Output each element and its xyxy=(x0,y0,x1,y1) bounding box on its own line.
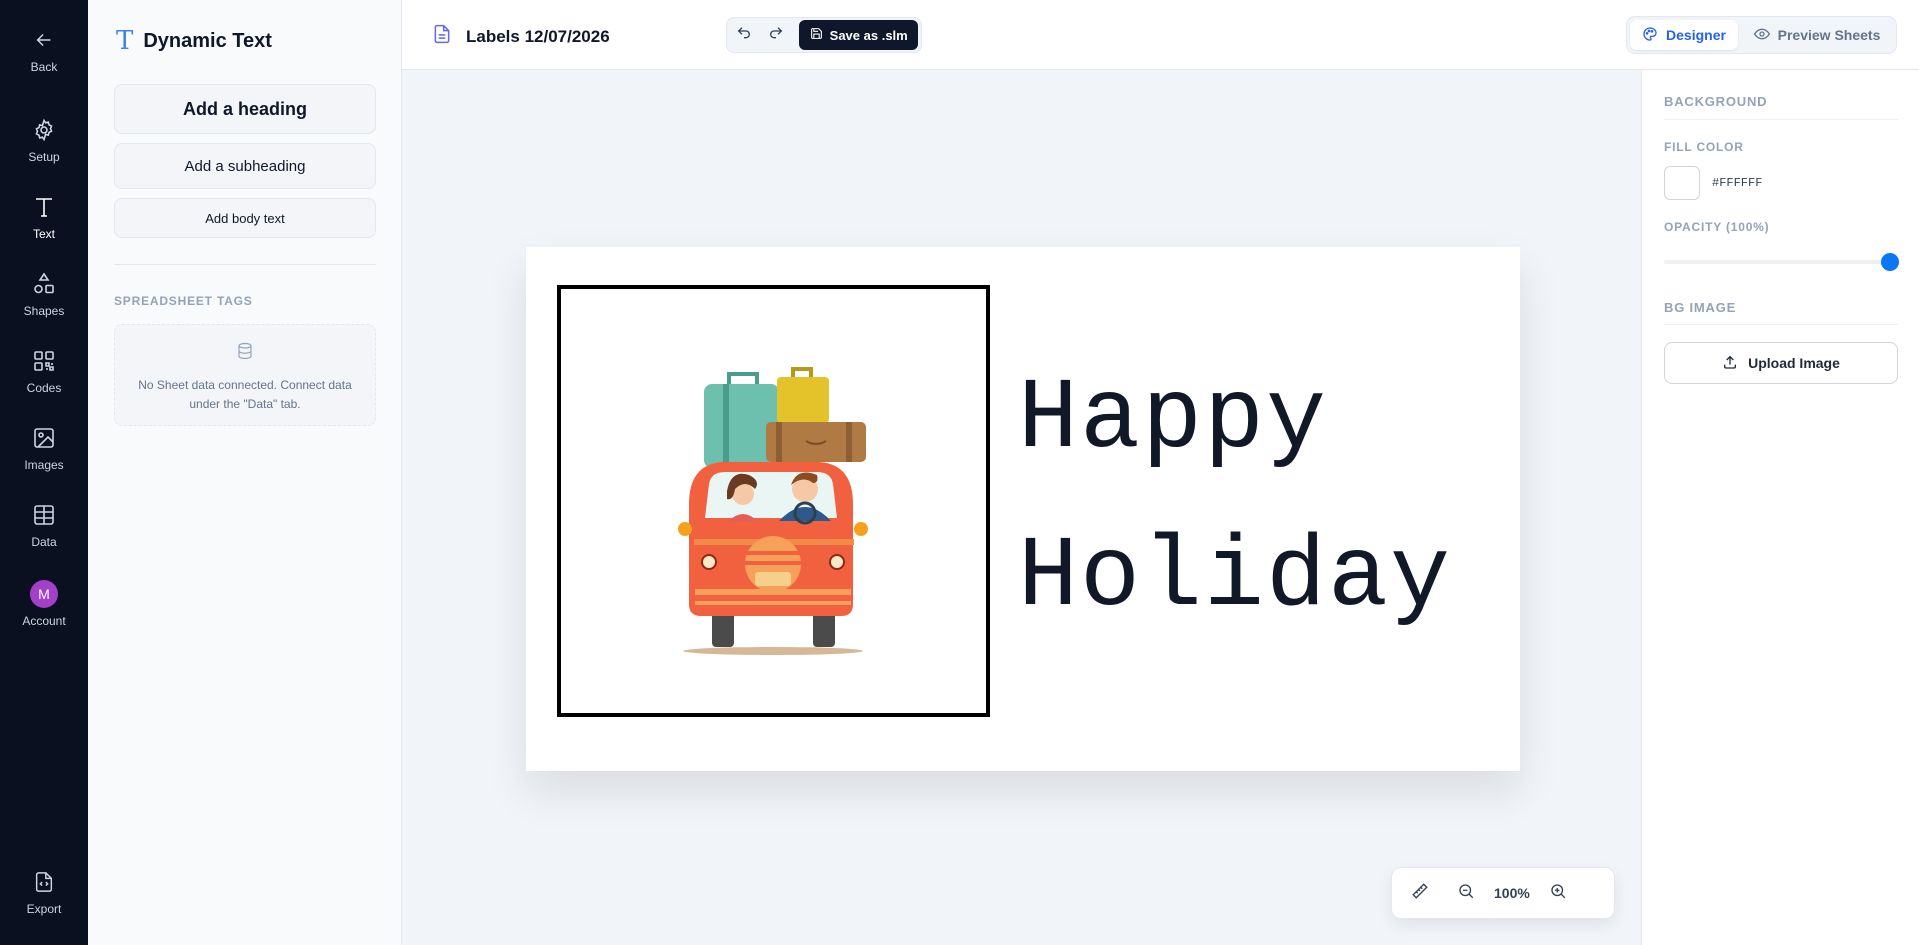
table-icon xyxy=(30,501,58,529)
fill-color-label: FILL COLOR xyxy=(1664,140,1744,154)
image-icon xyxy=(30,424,58,452)
rail-export[interactable]: Export xyxy=(0,868,88,916)
history-toolbar: Save as .slm xyxy=(726,17,922,53)
rail-codes-label: Codes xyxy=(26,381,62,395)
rail-back-label: Back xyxy=(30,60,58,74)
rail-back[interactable]: Back xyxy=(0,26,88,74)
document-title: Labels 12/07/2026 xyxy=(432,22,610,51)
zoom-out-icon xyxy=(1457,882,1475,905)
rail-text-label: Text xyxy=(32,227,55,241)
document-name[interactable]: Labels 12/07/2026 xyxy=(466,27,610,47)
ruler-button[interactable] xyxy=(1406,879,1434,907)
fill-color-swatch[interactable] xyxy=(1664,166,1700,200)
save-icon xyxy=(810,27,823,43)
shapes-icon xyxy=(30,270,58,298)
divider xyxy=(1664,119,1898,120)
properties-panel: BACKGROUND FILL COLOR #FFFFFF OPACITY (1… xyxy=(1641,70,1919,945)
spreadsheet-tags-heading: SPREADSHEET TAGS xyxy=(114,294,253,308)
rail-data[interactable]: Data xyxy=(0,501,88,549)
mode-toggle: Designer Preview Sheets xyxy=(1626,16,1897,54)
save-button[interactable]: Save as .slm xyxy=(799,20,919,50)
text-panel: T Dynamic Text Add a heading Add a subhe… xyxy=(88,0,402,945)
add-body-text-button[interactable]: Add body text xyxy=(114,198,376,238)
upload-image-button[interactable]: Upload Image xyxy=(1664,342,1898,384)
database-icon xyxy=(236,341,254,366)
rail-account-label: Account xyxy=(22,614,66,628)
label-canvas[interactable]: Happy Holiday xyxy=(526,247,1520,771)
background-heading: BACKGROUND xyxy=(1664,94,1768,109)
no-data-message: No Sheet data connected. Connect data un… xyxy=(138,378,352,411)
text-line-2: Holiday xyxy=(1018,522,1453,635)
add-subheading-button[interactable]: Add a subheading xyxy=(114,143,376,189)
rail-data-label: Data xyxy=(31,535,57,549)
left-rail: Back Setup Text Shapes Codes Images Data… xyxy=(0,0,88,945)
preview-label: Preview Sheets xyxy=(1777,27,1881,43)
redo-button[interactable] xyxy=(762,21,790,49)
opacity-slider[interactable] xyxy=(1664,253,1899,271)
heading-text-element[interactable]: Happy Holiday xyxy=(1018,342,1452,658)
text-line-1: Happy xyxy=(1018,364,1329,477)
upload-icon xyxy=(1722,354,1738,373)
rail-account[interactable]: M Account xyxy=(0,580,88,628)
rail-setup-label: Setup xyxy=(28,150,60,164)
avatar: M xyxy=(30,580,58,608)
save-label: Save as .slm xyxy=(829,27,908,43)
arrow-left-icon xyxy=(30,26,58,54)
designer-tab[interactable]: Designer xyxy=(1630,20,1738,50)
palette-icon xyxy=(1642,26,1658,45)
divider xyxy=(114,264,376,265)
fill-color-value[interactable]: #FFFFFF xyxy=(1712,176,1762,190)
rail-export-label: Export xyxy=(26,902,62,916)
document-icon xyxy=(432,22,452,51)
zoom-in-icon xyxy=(1549,882,1567,905)
panel-header: T Dynamic Text xyxy=(116,28,272,54)
undo-button[interactable] xyxy=(730,21,758,49)
panel-title: Dynamic Text xyxy=(143,29,272,52)
qr-code-icon xyxy=(30,347,58,375)
upload-label: Upload Image xyxy=(1748,355,1840,371)
design-canvas-area: Happy Holiday 100% xyxy=(402,70,1641,945)
image-element[interactable] xyxy=(557,285,990,717)
divider xyxy=(1664,324,1898,325)
rail-setup[interactable]: Setup xyxy=(0,116,88,164)
designer-label: Designer xyxy=(1666,27,1726,43)
undo-icon xyxy=(736,25,752,46)
text-icon: T xyxy=(116,26,134,56)
add-heading-button[interactable]: Add a heading xyxy=(114,84,376,134)
code-file-icon xyxy=(30,868,58,896)
zoom-in-button[interactable] xyxy=(1544,879,1572,907)
top-bar: Labels 12/07/2026 Save as .slm Designer xyxy=(402,0,1919,70)
rail-codes[interactable]: Codes xyxy=(0,347,88,395)
text-icon xyxy=(30,193,58,221)
zoom-controls: 100% xyxy=(1391,867,1615,919)
rail-images[interactable]: Images xyxy=(0,424,88,472)
redo-icon xyxy=(768,25,784,46)
rail-shapes-label: Shapes xyxy=(23,304,65,318)
eye-icon xyxy=(1753,26,1770,45)
rail-text[interactable]: Text xyxy=(0,193,88,241)
ruler-icon xyxy=(1411,882,1429,905)
rail-images-label: Images xyxy=(24,458,64,472)
zoom-level: 100% xyxy=(1494,885,1530,901)
rail-shapes[interactable]: Shapes xyxy=(0,270,88,318)
bg-image-heading: BG IMAGE xyxy=(1664,300,1737,315)
spreadsheet-tags-empty-state: No Sheet data connected. Connect data un… xyxy=(114,324,376,426)
holiday-car-illustration xyxy=(678,367,868,655)
opacity-label: OPACITY (100%) xyxy=(1664,220,1770,234)
zoom-out-button[interactable] xyxy=(1452,879,1480,907)
preview-sheets-tab[interactable]: Preview Sheets xyxy=(1742,20,1892,50)
gear-icon xyxy=(30,116,58,144)
opacity-slider-thumb[interactable] xyxy=(1881,253,1899,271)
